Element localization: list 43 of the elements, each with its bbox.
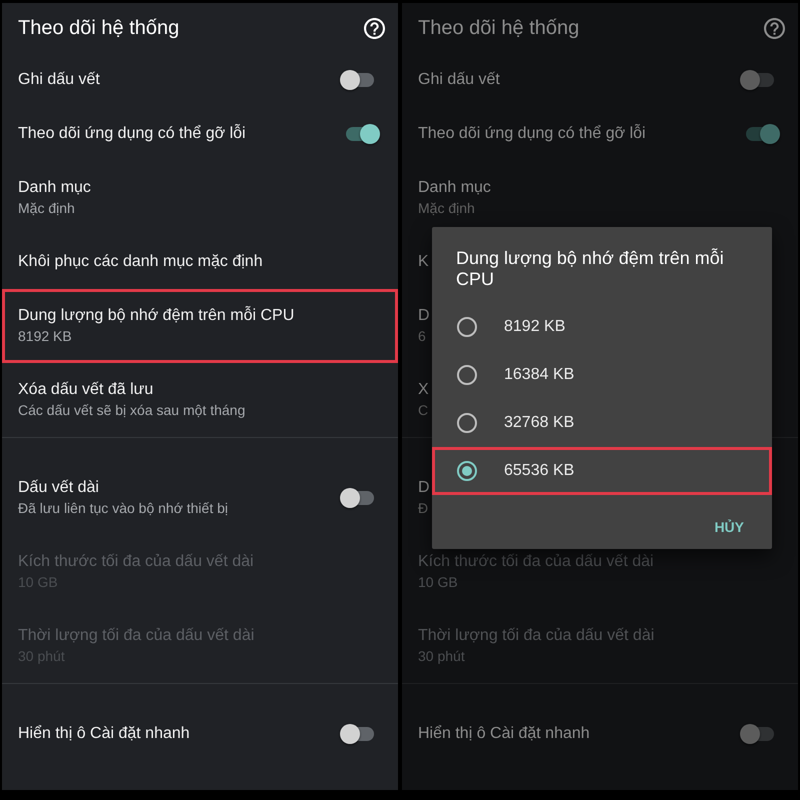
help-icon[interactable] bbox=[364, 18, 385, 38]
setting-title: Danh mục bbox=[18, 178, 91, 198]
option-row[interactable]: 8192 KB bbox=[432, 303, 772, 351]
setting-summary: 10 GB bbox=[418, 573, 458, 592]
setting-title: Ghi dấu vết bbox=[418, 70, 500, 90]
setting-title: Theo dõi ứng dụng có thể gỡ lỗi bbox=[18, 124, 246, 144]
setting-title: Theo dõi ứng dụng có thể gỡ lỗi bbox=[418, 124, 646, 144]
setting-summary: Mặc định bbox=[18, 199, 75, 218]
setting-title: Xóa dấu vết đã lưu bbox=[18, 380, 154, 400]
setting-summary: Mặc định bbox=[418, 199, 475, 218]
setting-title: Khôi phục các danh mục mặc định bbox=[18, 252, 263, 272]
setting-title: Kích thước tối đa của dấu vết dài bbox=[418, 552, 654, 572]
setting-title: Dung lượng bộ nhớ đệm trên mỗi CPU bbox=[18, 306, 294, 326]
option-row[interactable]: 32768 KB bbox=[432, 399, 772, 447]
setting-title: Thời lượng tối đa của dấu vết dài bbox=[418, 626, 654, 646]
setting-summary: 6 bbox=[418, 327, 426, 346]
setting-title: Hiển thị ô Cài đặt nhanh bbox=[18, 724, 190, 744]
setting-title: Dấu vết dài bbox=[18, 478, 99, 498]
option-row[interactable]: 16384 KB bbox=[432, 351, 772, 399]
setting-summary: Đã lưu liên tục vào bộ nhớ thiết bị bbox=[18, 499, 228, 518]
setting-title: Hiển thị ô Cài đặt nhanh bbox=[418, 724, 590, 744]
setting-title: D bbox=[418, 306, 430, 326]
dialog-title: Dung lượng bộ nhớ đệm trên mỗi CPU bbox=[456, 248, 725, 290]
cancel-button[interactable]: HỦY bbox=[702, 509, 756, 545]
radio-button[interactable] bbox=[457, 413, 477, 433]
setting-title: K bbox=[418, 252, 429, 272]
radio-button[interactable] bbox=[457, 317, 477, 337]
setting-summary: Các dấu vết sẽ bị xóa sau một tháng bbox=[18, 401, 246, 420]
setting-title: Danh mục bbox=[418, 178, 491, 198]
setting-title: Ghi dấu vết bbox=[18, 70, 100, 90]
radio-button[interactable] bbox=[457, 461, 477, 481]
setting-summary: C bbox=[418, 401, 428, 420]
setting-summary: Đ bbox=[418, 499, 428, 518]
setting-title: Thời lượng tối đa của dấu vết dài bbox=[18, 626, 254, 646]
option-row[interactable]: 65536 KB bbox=[432, 447, 772, 495]
setting-title: D bbox=[418, 478, 430, 498]
screen-title: Theo dõi hệ thống bbox=[18, 16, 180, 40]
setting-summary: 30 phút bbox=[418, 647, 465, 666]
setting-title: Kích thước tối đa của dấu vết dài bbox=[18, 552, 254, 572]
setting-summary: 8192 KB bbox=[18, 327, 72, 346]
screen-title: Theo dõi hệ thống bbox=[418, 16, 580, 40]
radio-button[interactable] bbox=[457, 365, 477, 385]
setting-title: X bbox=[418, 380, 429, 400]
